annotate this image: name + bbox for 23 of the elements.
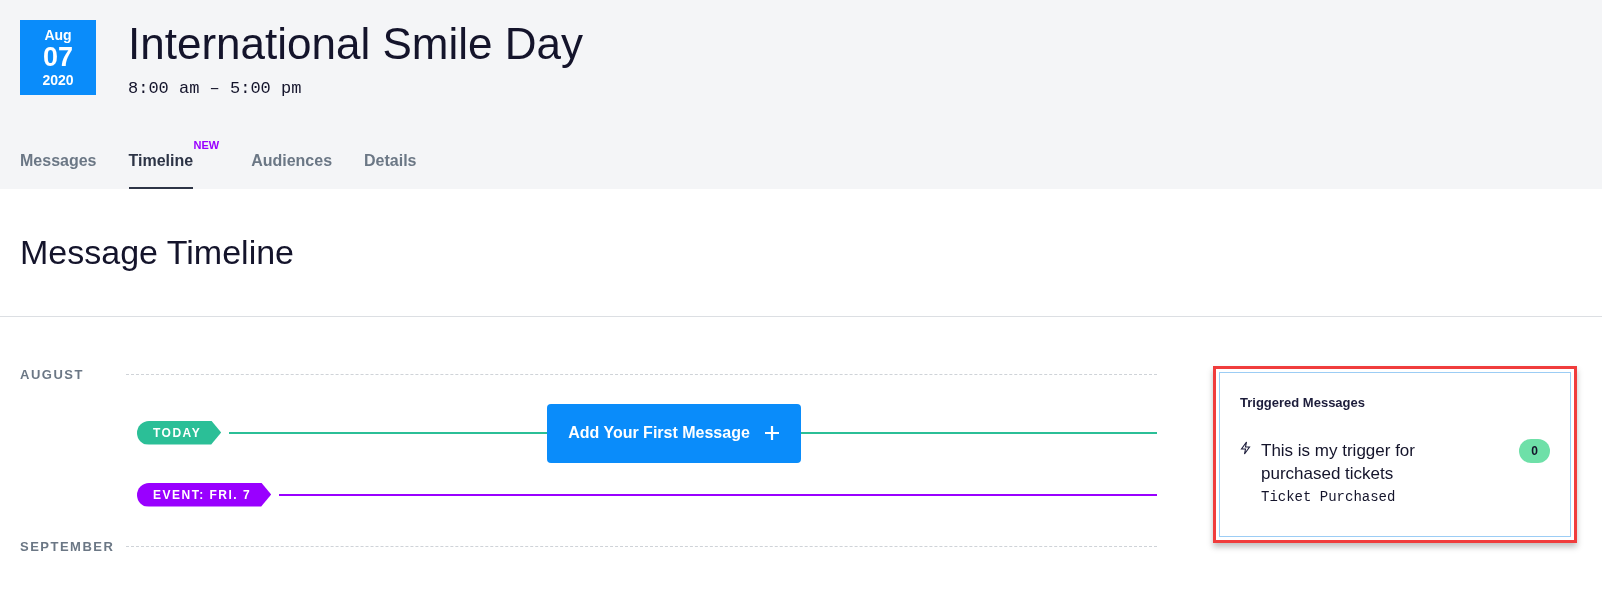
tab[interactable]: Audiences [251, 149, 333, 189]
new-label: NEW [193, 138, 220, 153]
lightning-icon [1240, 440, 1251, 455]
trigger-item[interactable]: This is my trigger for purchased tickets Ticket Purchased 0 [1240, 438, 1550, 508]
add-message-button[interactable]: Add Your First Message [547, 403, 801, 463]
date-day: 07 [42, 44, 73, 71]
date-month: Aug [44, 28, 72, 42]
page-heading: Message Timeline [20, 232, 294, 273]
date-year: 2020 [42, 73, 74, 87]
trigger-event: Ticket Purchased [1261, 487, 1397, 507]
event-title: International Smile Day [128, 18, 583, 70]
panel-title: Triggered Messages [1240, 394, 1366, 412]
plus-icon [763, 425, 780, 441]
tab[interactable]: Messages [20, 149, 97, 189]
marker-tag: TODAY [137, 420, 222, 445]
marker-tag: EVENT: FRI. 7 [137, 482, 272, 507]
month-label: SEPTEMBER [20, 537, 116, 556]
trigger-name: This is my trigger for purchased tickets [1261, 439, 1416, 485]
month-label: AUGUST [20, 366, 85, 384]
tab[interactable]: Timeline [128, 149, 194, 189]
count-badge: 0 [1519, 438, 1550, 463]
event-time: 8:00 am – 5:00 pm [128, 78, 303, 100]
tab[interactable]: Details [364, 149, 417, 189]
